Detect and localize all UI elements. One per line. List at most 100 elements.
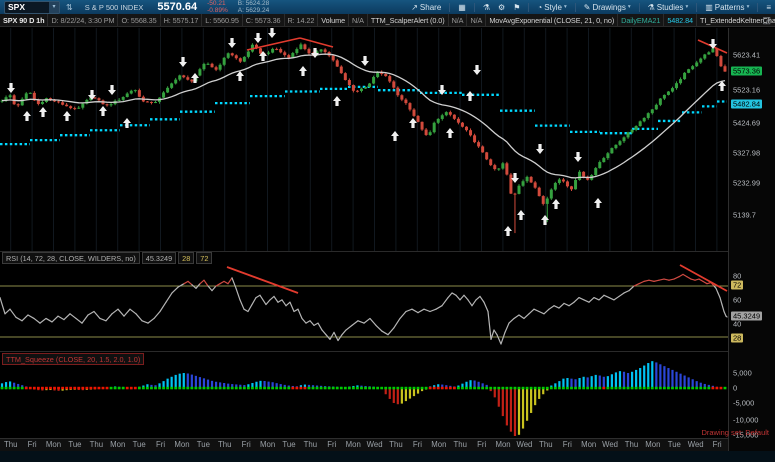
status-cell: MovAvgExponential (CLOSE, 21, 0, no)	[486, 14, 619, 26]
time-axis-label: Mon	[45, 440, 62, 449]
status-cell: TTM_ScalperAlert (0.0)	[368, 14, 449, 26]
gear-icon[interactable]: ⚙	[498, 3, 505, 12]
ttm-squeeze-label[interactable]: TTM_Squeeze (CLOSE, 20, 1.5, 2.0, 1.0)	[2, 353, 145, 365]
status-cell: N/A	[349, 14, 368, 26]
patterns-button[interactable]: ▥ Patterns ▾	[705, 3, 749, 12]
time-axis-label: Thu	[624, 440, 639, 449]
status-cell: D: 8/22/24, 3:30 PM	[48, 14, 119, 26]
menu-icon[interactable]: ≡	[766, 3, 771, 12]
time-axis-label: Tue	[68, 440, 82, 449]
time-axis-label: Fri	[241, 440, 251, 449]
time-axis-label: Mon	[259, 440, 276, 449]
trading-platform-window: SPX ▾ ⇅ S & P 500 INDEX 5570.64 -50.21 -…	[0, 0, 775, 462]
time-axis-label: Mon	[581, 440, 597, 449]
price-axis-label: 5232.99	[733, 178, 761, 188]
rsi-header-cell[interactable]: 45.3249	[141, 252, 177, 264]
symbol-input[interactable]: SPX ▾	[4, 0, 60, 14]
time-axis-label: Fri	[412, 440, 422, 449]
rsi-study-header[interactable]: RSI (14, 72, 28, CLOSE, WILDERS, no) 45.3…	[2, 252, 213, 264]
buy-signal-arrow-icon	[39, 107, 47, 117]
time-axis-label: Fri	[156, 440, 166, 449]
bid-ask: B: 5624.28 A: 5629.24	[238, 0, 269, 14]
symbol-dropdown-caret-icon[interactable]: ▾	[49, 1, 59, 13]
price-chart-canvas[interactable]	[0, 28, 728, 251]
rsi-axis-label: 80	[733, 271, 742, 281]
rsi-header-cell[interactable]: RSI (14, 72, 28, CLOSE, WILDERS, no)	[2, 252, 140, 264]
status-cell: DailyEMA21	[618, 14, 665, 26]
rsi-axis-label: 72	[731, 280, 744, 290]
patterns-icon: ▥	[705, 2, 713, 12]
time-axis-label: Wed	[687, 440, 704, 449]
sell-signal-arrow-icon	[311, 48, 319, 58]
maximize-icon[interactable]: ◲	[762, 15, 771, 26]
status-cell: R: 14.22	[285, 14, 319, 26]
calendar-icon[interactable]: ▦	[458, 3, 466, 12]
time-axis-label: Wed	[366, 440, 383, 449]
time-axis-label: Mon	[174, 440, 190, 449]
time-axis-label: Fri	[477, 440, 487, 449]
sell-signal-arrow-icon	[108, 85, 116, 95]
sell-signal-arrow-icon	[228, 38, 236, 48]
price-change: -50.21 -0.89%	[207, 0, 228, 14]
rsi-chart-canvas[interactable]	[0, 252, 728, 351]
symbol-link-icon[interactable]: ⇅	[66, 3, 73, 12]
time-axis-label: Thu	[389, 440, 403, 449]
squeeze-axis-label: 0	[733, 383, 738, 393]
buy-signal-arrow-icon	[333, 96, 341, 106]
sell-signal-arrow-icon	[473, 65, 481, 75]
price-axis-label: 5482.84	[731, 99, 763, 109]
buy-signal-arrow-icon	[594, 198, 602, 208]
buy-signal-arrow-icon	[23, 111, 31, 121]
status-cell: C: 5573.36	[243, 14, 285, 26]
ttm-squeeze-study-header[interactable]: TTM_Squeeze (CLOSE, 20, 1.5, 2.0, 1.0)	[2, 353, 145, 365]
buy-signal-arrow-icon	[541, 215, 549, 225]
style-button[interactable]: ◔ Style ▾	[537, 3, 566, 12]
price-axis-label: 5139.7	[733, 210, 756, 220]
squeeze-axis-label: 5,000	[733, 368, 752, 378]
time-axis-label: Thu	[453, 440, 467, 449]
time-axis-label: Wed	[602, 440, 619, 449]
time-axis-label: Wed	[516, 440, 533, 449]
time-axis-label: Tue	[132, 440, 146, 449]
rsi-header-cell[interactable]: 28	[178, 252, 195, 264]
share-button[interactable]: ↗ Share	[411, 3, 441, 12]
time-axis-label: Fri	[562, 440, 572, 449]
buy-signal-arrow-icon	[123, 118, 131, 128]
time-axis-label: Mon	[431, 440, 447, 449]
status-cell: SPX 90 D 1h	[0, 14, 49, 26]
buy-signal-arrow-icon	[446, 128, 454, 138]
sell-signal-arrow-icon	[536, 144, 544, 154]
studies-button[interactable]: ⚗ Studies ▾	[648, 3, 689, 12]
status-cell: H: 5575.17	[161, 14, 203, 26]
buy-signal-arrow-icon	[391, 131, 399, 141]
buy-signal-arrow-icon	[504, 226, 512, 236]
time-axis-labels: Thu Fri Mon Tue Thu Mon Tue Fri Mon Tue Thu Fri Mon T…	[0, 439, 728, 451]
status-cell: N/A	[449, 14, 468, 26]
drawings-button[interactable]: ✎ Drawings ▾	[584, 3, 631, 12]
flask-icon[interactable]: ⚗	[483, 3, 490, 12]
drawing-set-label: Drawing set: Default	[701, 428, 769, 437]
toolbar-actions: ↗ Share ▦ ⚗ ⚙ ⚑ ◔ Style ▾ ✎ Drawings ▾ ⚗ Studi…	[411, 2, 771, 12]
status-cell: 5482.84	[664, 14, 697, 26]
top-toolbar: SPX ▾ ⇅ S & P 500 INDEX 5570.64 -50.21 -…	[0, 0, 775, 14]
time-axis-label: Thu	[3, 440, 18, 449]
price-axis-label: 5327.98	[733, 148, 761, 158]
squeeze-chart-canvas[interactable]	[0, 353, 728, 437]
price-axis-label: 5573.36	[731, 66, 763, 76]
buy-signal-arrow-icon	[466, 91, 474, 101]
beaker-icon: ⚗	[647, 2, 655, 12]
pane-divider[interactable]	[0, 351, 775, 352]
time-axis-label: Mon	[110, 440, 126, 449]
rsi-header-cell[interactable]: 72	[196, 252, 213, 264]
status-cell: N/A	[467, 14, 487, 26]
flag-icon[interactable]: ⚑	[513, 3, 520, 12]
symbol-value[interactable]: SPX	[5, 2, 49, 12]
price-axis[interactable]: 5623.41 5573.36 5523.16 5482.84 5424.69 5327.…	[728, 28, 775, 451]
buy-signal-arrow-icon	[236, 71, 244, 81]
status-cell: Volume	[318, 14, 350, 26]
rsi-axis-label: 40	[733, 319, 742, 329]
sell-signal-arrow-icon	[179, 57, 187, 67]
change-value: -50.21	[207, 0, 226, 7]
time-axis-label: Tue	[196, 440, 210, 449]
buy-signal-arrow-icon	[99, 106, 107, 116]
